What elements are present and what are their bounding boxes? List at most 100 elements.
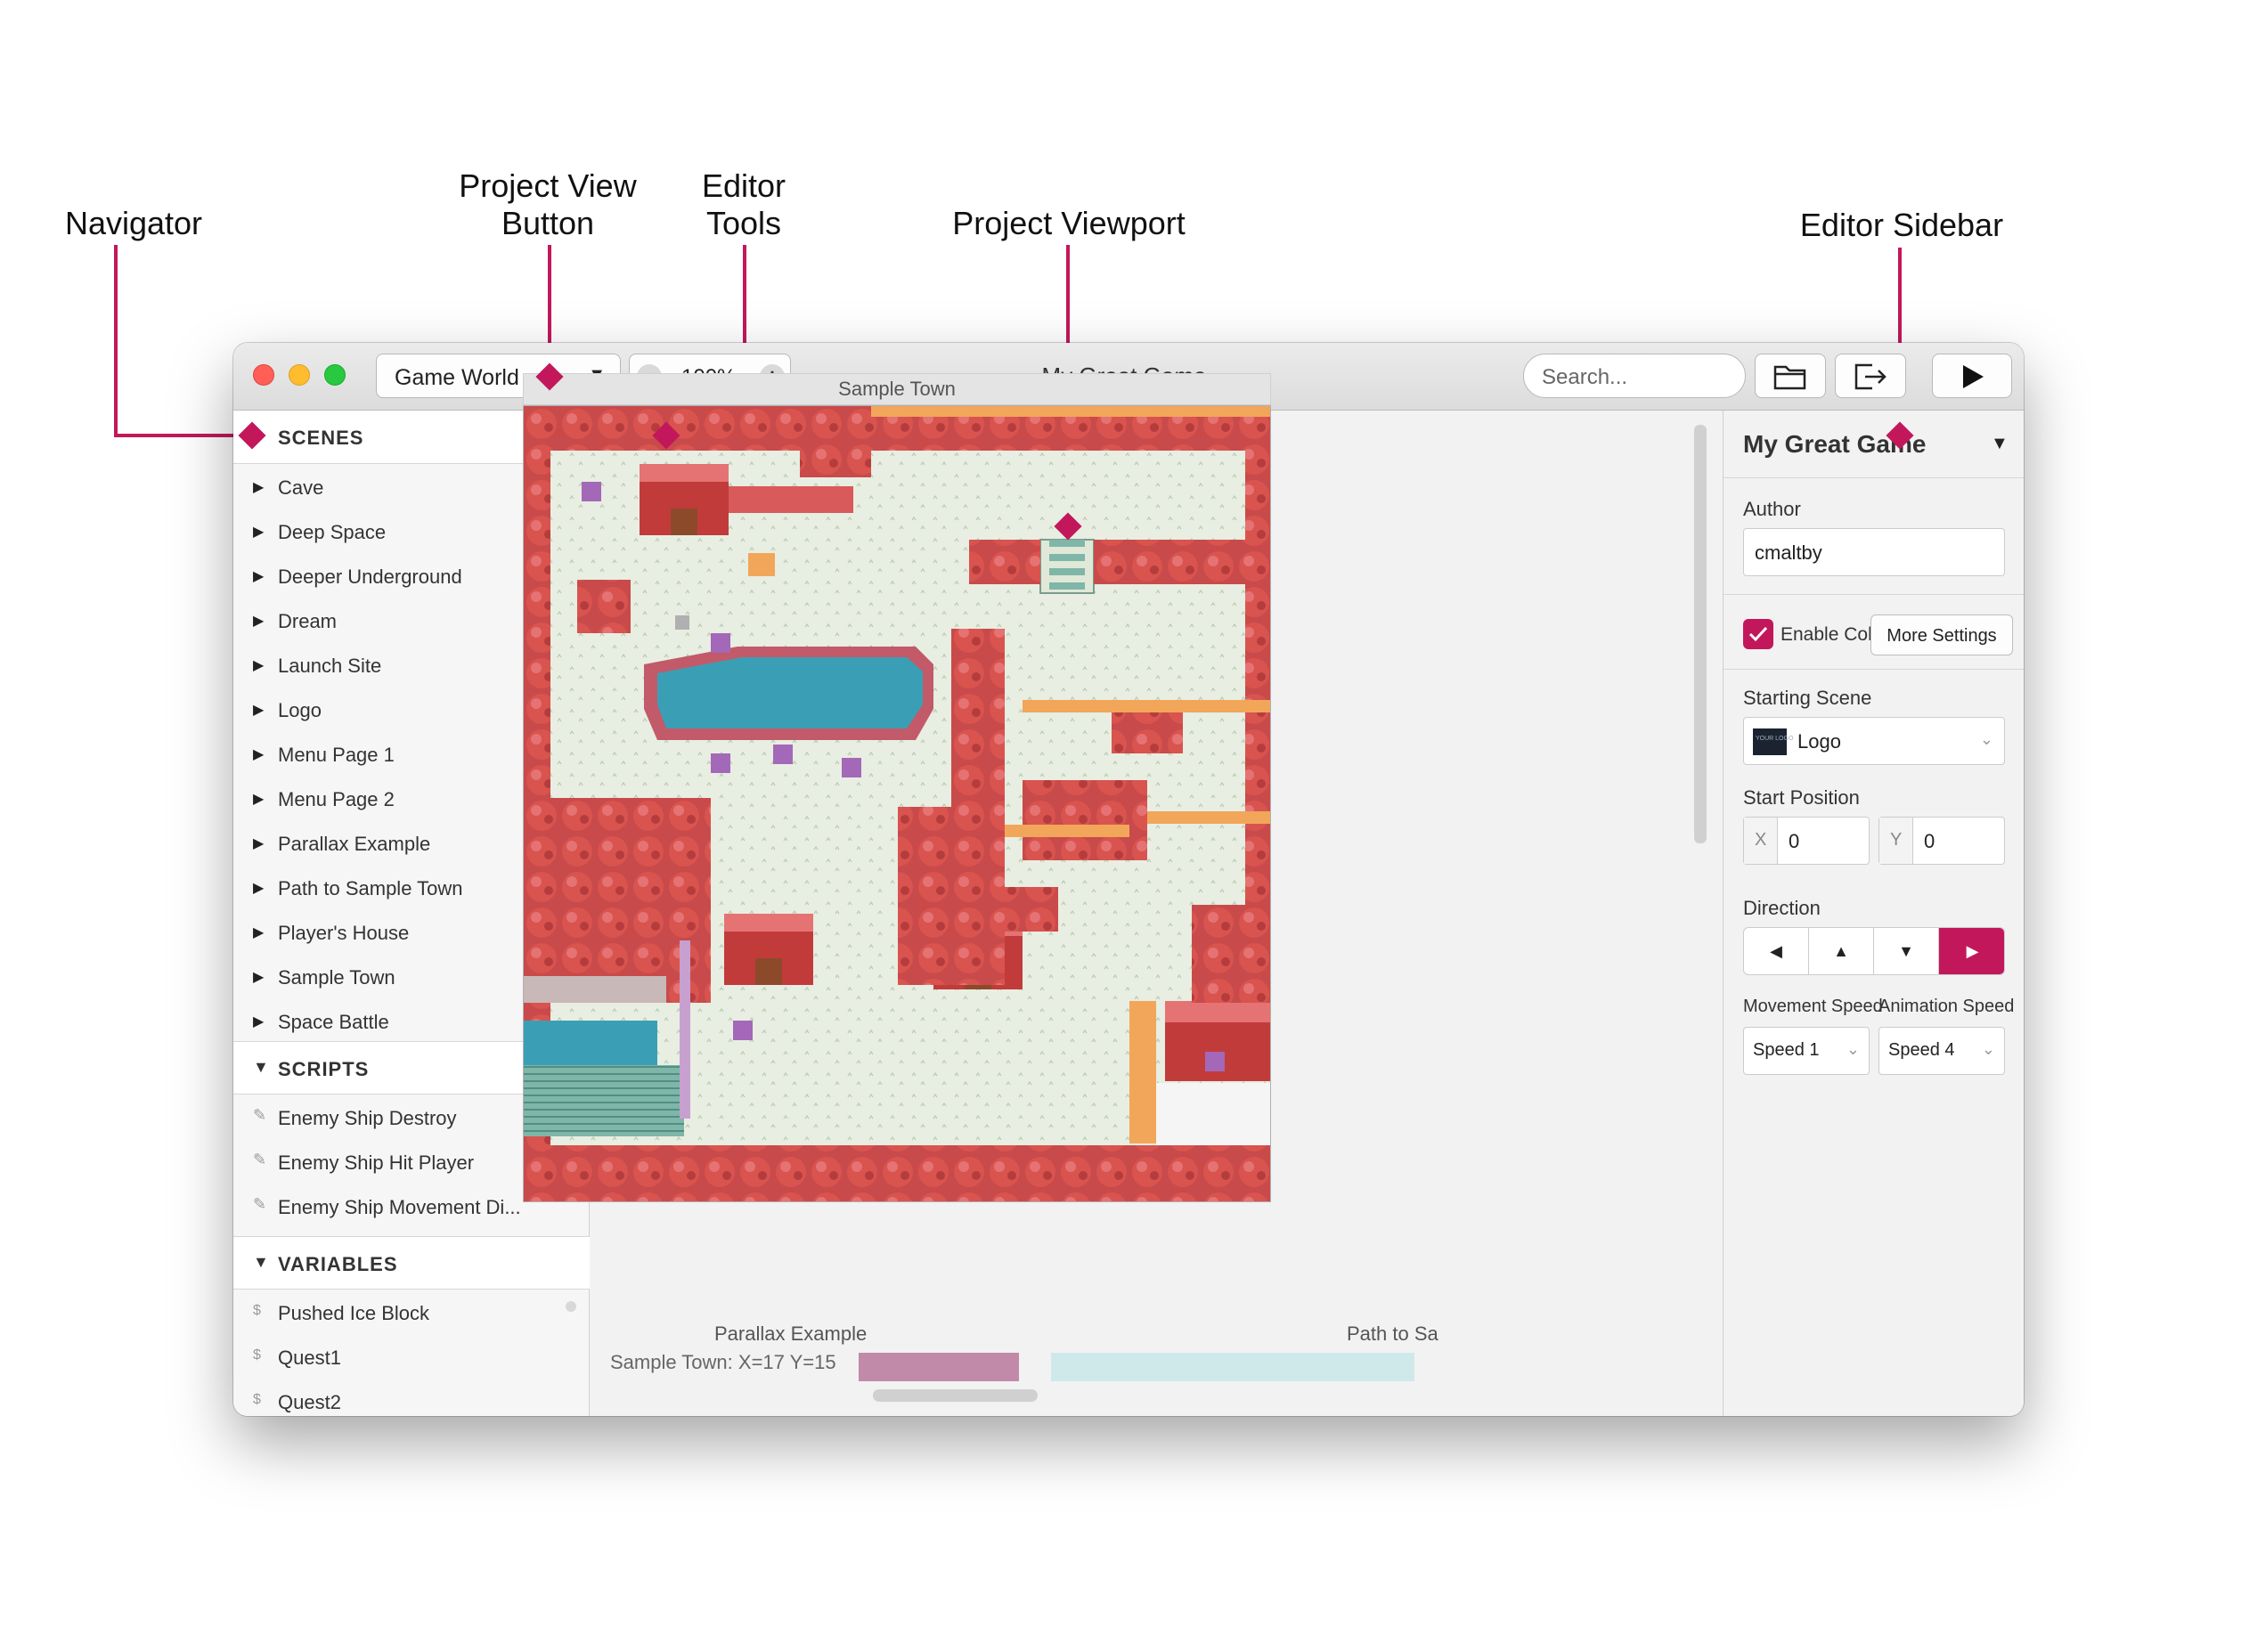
start-y-input[interactable]: Y 0 <box>1878 817 2005 865</box>
scene-item-label: Sample Town <box>278 966 395 989</box>
other-scene-label[interactable]: Path to Sa <box>1347 1322 1438 1346</box>
close-window-button[interactable] <box>253 364 274 386</box>
start-x-input[interactable]: X 0 <box>1743 817 1870 865</box>
scene-item[interactable]: ▶ Path to Sample Town <box>233 867 572 911</box>
script-icon: ✎ <box>253 1151 267 1168</box>
other-scene-preview[interactable] <box>1051 1353 1414 1381</box>
horizontal-scrollbar[interactable] <box>873 1389 1038 1402</box>
direction-down-button[interactable]: ▼ <box>1874 928 1939 974</box>
starting-scene-value: Logo <box>1797 730 1841 753</box>
scene-item[interactable]: ▶ Space Battle <box>233 1000 572 1040</box>
logo-thumb-text: YOUR LOGO <box>1756 736 1794 742</box>
movement-speed-value: Speed 1 <box>1753 1040 1820 1060</box>
direction-left-button[interactable]: ◀ <box>1744 928 1809 974</box>
variable-icon: $ <box>253 1303 261 1318</box>
scene-item-label: Deep Space <box>278 521 387 543</box>
y-value: 0 <box>1924 830 1935 852</box>
other-scene-preview[interactable] <box>859 1353 1019 1381</box>
expand-triangle-icon[interactable]: ▶ <box>253 924 264 941</box>
variable-icon: $ <box>253 1392 261 1407</box>
direction-control: ◀ ▲ ▼ ▶ <box>1743 927 2005 975</box>
search-input[interactable]: Search... <box>1523 354 1746 398</box>
callout-project-view-line1: Project View <box>459 167 637 204</box>
variable-item[interactable]: $ Quest1 <box>233 1336 572 1380</box>
callout-navigator: Navigator <box>64 205 203 241</box>
chevron-down-icon[interactable]: ▼ <box>253 1253 269 1272</box>
zoom-window-button[interactable] <box>324 364 346 386</box>
scene-item[interactable]: ▶ Launch Site <box>233 644 572 688</box>
starting-scene-select[interactable]: YOUR LOGO Logo ⌄ <box>1743 717 2005 765</box>
scripts-header-label: SCRIPTS <box>278 1058 370 1080</box>
script-item[interactable]: ✎ Enemy Ship Hit Player <box>233 1141 572 1185</box>
variables-header-label: VARIABLES <box>278 1253 398 1275</box>
scene-item[interactable]: ▶ Sample Town <box>233 956 572 1000</box>
expand-triangle-icon[interactable]: ▶ <box>253 1013 264 1030</box>
expand-triangle-icon[interactable]: ▶ <box>253 968 264 986</box>
direction-label: Direction <box>1743 897 1821 919</box>
variable-item-label: Quest1 <box>278 1347 341 1369</box>
scene-item[interactable]: ▶ Deeper Underground <box>233 555 572 599</box>
variable-item[interactable]: $ Pushed Ice Block <box>233 1291 572 1336</box>
callout-line <box>114 245 118 436</box>
color-mode-checkbox[interactable] <box>1743 619 1773 649</box>
starting-scene-label: Starting Scene <box>1743 687 1872 709</box>
chevron-down-icon[interactable]: ▼ <box>253 1058 269 1077</box>
variables-header[interactable]: ▼ VARIABLES <box>233 1236 590 1290</box>
expand-triangle-icon[interactable]: ▶ <box>253 656 264 674</box>
scene-title[interactable]: Sample Town <box>523 373 1271 405</box>
export-button[interactable] <box>1835 354 1906 398</box>
movement-speed-select[interactable]: Speed 1 ⌄ <box>1743 1027 1870 1075</box>
scene-item-label: Cave <box>278 476 324 499</box>
scene-item-label: Player's House <box>278 922 410 944</box>
scene-item[interactable]: ▶ Menu Page 2 <box>233 777 572 822</box>
movement-speed-label: Movement Speed <box>1743 997 1883 1016</box>
script-item[interactable]: ✎ Enemy Ship Destroy <box>233 1096 572 1141</box>
more-settings-label: More Settings <box>1887 626 1997 646</box>
other-scene-label[interactable]: Parallax Example <box>714 1322 867 1346</box>
script-item-label: Enemy Ship Hit Player <box>278 1152 475 1174</box>
scene-item-label: Menu Page 2 <box>278 788 395 810</box>
expand-triangle-icon[interactable]: ▶ <box>253 567 264 585</box>
status-text: Sample Town: X=17 Y=15 <box>610 1351 836 1373</box>
variables-scrollbar[interactable] <box>566 1301 576 1312</box>
variable-item-label: Pushed Ice Block <box>278 1302 429 1324</box>
callout-line <box>114 434 252 437</box>
scene-item[interactable]: ▶ Player's House <box>233 911 572 956</box>
callout-editor-tools-line2: Tools <box>705 205 782 241</box>
run-game-button[interactable] <box>1932 354 2012 398</box>
expand-triangle-icon[interactable]: ▶ <box>253 834 264 852</box>
callout-project-viewport: Project Viewport <box>952 205 1186 241</box>
scene-item[interactable]: ▶ Logo <box>233 688 572 733</box>
animation-speed-select[interactable]: Speed 4 ⌄ <box>1878 1027 2005 1075</box>
script-item[interactable]: ✎ Enemy Ship Movement Di... <box>233 1185 572 1230</box>
direction-up-button[interactable]: ▲ <box>1809 928 1874 974</box>
callout-project-view-line2: Button <box>501 205 595 241</box>
scene-item-label: Dream <box>278 610 338 632</box>
open-folder-button[interactable] <box>1755 354 1826 398</box>
scene-item[interactable]: ▶ Cave <box>233 466 572 510</box>
expand-triangle-icon[interactable]: ▶ <box>253 790 264 808</box>
expand-triangle-icon[interactable]: ▶ <box>253 745 264 763</box>
vertical-scrollbar[interactable] <box>1694 425 1707 843</box>
start-position-label: Start Position <box>1743 786 1860 809</box>
expand-triangle-icon[interactable]: ▶ <box>253 701 264 719</box>
expand-triangle-icon[interactable]: ▶ <box>253 478 264 496</box>
scene-map[interactable] <box>523 405 1271 1202</box>
more-settings-button[interactable]: More Settings <box>1870 614 2013 655</box>
minimize-window-button[interactable] <box>289 364 310 386</box>
variable-item[interactable]: $ Quest2 <box>233 1380 572 1416</box>
author-input[interactable]: cmaltby <box>1743 528 2005 576</box>
search-placeholder: Search... <box>1542 365 1628 389</box>
scene-item[interactable]: ▶ Deep Space <box>233 510 572 555</box>
expand-triangle-icon[interactable]: ▶ <box>253 523 264 541</box>
script-item-label: Enemy Ship Destroy <box>278 1107 457 1129</box>
chevron-down-icon[interactable]: ▼ <box>1991 434 2009 454</box>
chevron-down-icon: ⌄ <box>1846 1040 1860 1058</box>
scene-item[interactable]: ▶ Parallax Example <box>233 822 572 867</box>
expand-triangle-icon[interactable]: ▶ <box>253 612 264 630</box>
direction-right-button[interactable]: ▶ <box>1939 928 2004 974</box>
expand-triangle-icon[interactable]: ▶ <box>253 879 264 897</box>
scene-item[interactable]: ▶ Dream <box>233 599 572 644</box>
scene-item[interactable]: ▶ Menu Page 1 <box>233 733 572 777</box>
export-icon <box>1854 363 1887 390</box>
